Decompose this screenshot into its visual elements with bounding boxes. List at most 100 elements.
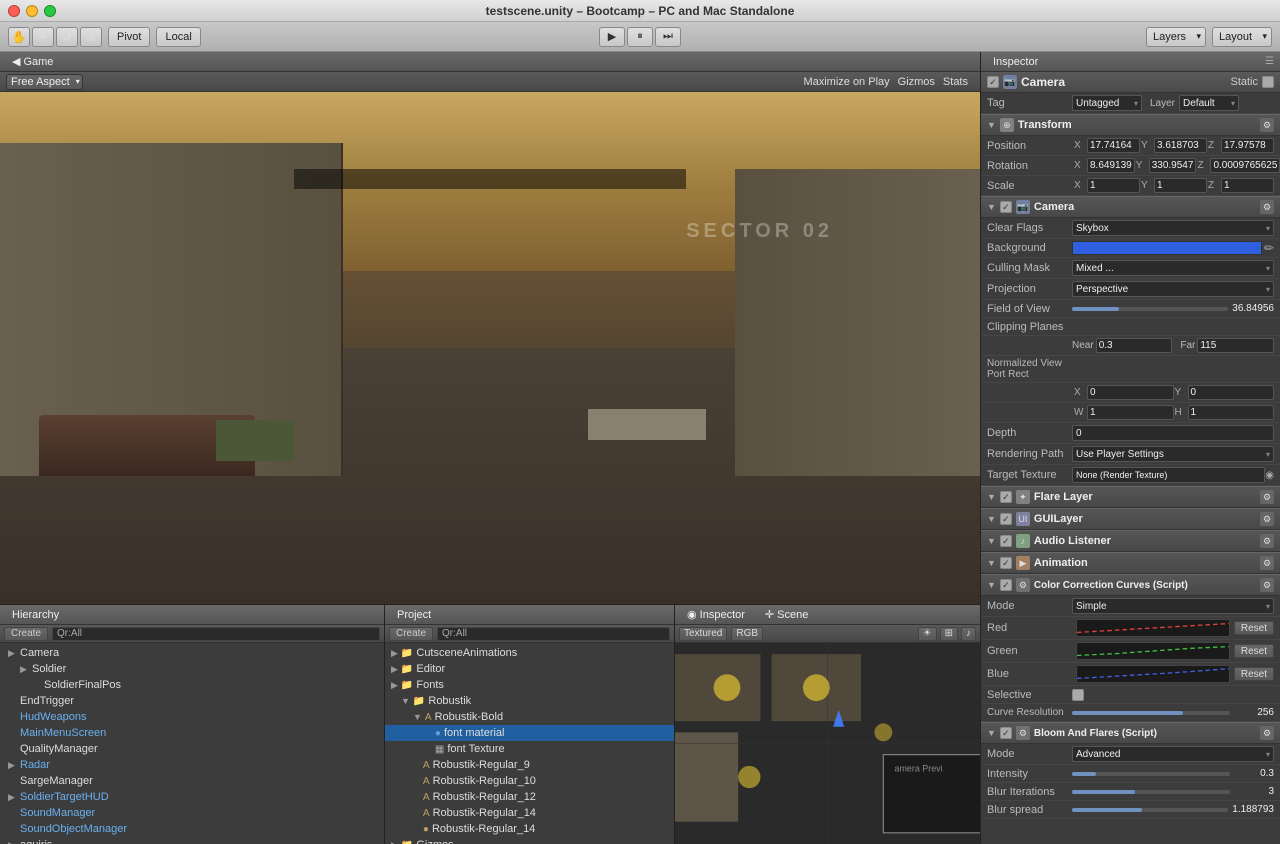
list-item[interactable]: ▶ A Robustik-Regular_10 [385,773,674,789]
list-item[interactable]: ▶ 📁 Gizmos [385,837,674,844]
flare-gear-btn[interactable]: ⚙ [1260,490,1274,504]
inspector-tab[interactable]: Inspector [987,56,1044,68]
scale-x-input[interactable]: 1 [1087,178,1140,193]
layer-dropdown[interactable]: Default [1179,95,1239,111]
list-item[interactable]: ▶ SargeManager [0,773,384,789]
list-item[interactable]: ▶ ▦ font Texture [385,741,674,757]
list-item[interactable]: ▶ HudWeapons [0,709,384,725]
vp-w-input[interactable]: 1 [1087,405,1174,420]
bloom-section[interactable]: ▼ ✓ ⚙ Bloom And Flares (Script) ⚙ [981,722,1280,744]
clear-flags-dropdown[interactable]: Skybox [1072,220,1274,236]
list-item[interactable]: ▶ SoundObjectManager [0,821,384,837]
bloom-intensity-slider[interactable] [1072,772,1230,776]
cc-enable-checkbox[interactable]: ✓ [1000,579,1012,591]
vp-x-input[interactable]: 0 [1087,385,1174,400]
gui-enable-checkbox[interactable]: ✓ [1000,513,1012,525]
maximize-on-play[interactable]: Maximize on Play [803,76,889,88]
list-item[interactable]: ▶ QualityManager [0,741,384,757]
culling-mask-dropdown[interactable]: Mixed ... [1072,260,1274,276]
red-reset-btn[interactable]: Reset [1234,621,1274,635]
sound-btn[interactable]: ♪ [961,627,976,641]
far-input[interactable]: 115 [1197,338,1274,353]
anim-enable-checkbox[interactable]: ✓ [1000,557,1012,569]
camera-section[interactable]: ▼ ✓ 📷 Camera ⚙ [981,196,1280,218]
toggle-btn[interactable]: ⊞ [940,627,958,641]
vp-y-input[interactable]: 0 [1188,385,1275,400]
color-picker-btn[interactable]: ✏ [1264,241,1274,255]
tag-dropdown[interactable]: Untagged [1072,95,1142,111]
list-item[interactable]: ▶ Radar [0,757,384,773]
project-create-btn[interactable]: Create [389,627,433,641]
scale-tool-btn[interactable]: ⊕ [80,27,102,47]
list-item[interactable]: ▶ Soldier [0,661,384,677]
transform-section[interactable]: ▼ ⊕ Transform ⚙ [981,114,1280,136]
list-item[interactable]: ▼ A Robustik-Bold [385,709,674,725]
aspect-dropdown[interactable]: Free Aspect [6,74,83,90]
blue-curve-graph[interactable] [1076,665,1230,683]
list-item[interactable]: ▶ aquiris [0,837,384,844]
vp-h-input[interactable]: 1 [1188,405,1275,420]
red-curve-graph[interactable] [1076,619,1230,637]
hierarchy-create-btn[interactable]: Create [4,627,48,641]
list-item[interactable]: ▶ MainMenuScreen [0,725,384,741]
hierarchy-search[interactable]: Qr:All [52,627,380,641]
blur-iter-slider[interactable] [1072,790,1230,794]
audio-gear-btn[interactable]: ⚙ [1260,534,1274,548]
color-correction-section[interactable]: ▼ ✓ ⚙ Color Correction Curves (Script) ⚙ [981,574,1280,596]
static-checkbox[interactable] [1262,76,1274,88]
flare-layer-section[interactable]: ▼ ✓ ✦ Flare Layer ⚙ [981,486,1280,508]
green-reset-btn[interactable]: Reset [1234,644,1274,658]
local-btn[interactable]: Local [156,27,200,47]
list-item[interactable]: ▶ 📁 CutsceneAnimations [385,645,674,661]
fov-slider[interactable] [1072,307,1228,311]
gizmos-btn[interactable]: Gizmos [898,76,935,88]
target-texture-pick-btn[interactable]: ◉ [1265,470,1274,481]
list-item[interactable]: ▶ ● font material [385,725,674,741]
minimize-button[interactable] [26,5,38,17]
scene-mini-tab[interactable]: ✛ Scene [759,608,814,621]
animation-gear-btn[interactable]: ⚙ [1260,556,1274,570]
play-button[interactable]: ▶ [599,27,625,47]
projection-dropdown[interactable]: Perspective [1072,281,1274,297]
pos-z-input[interactable]: 17.97578 [1221,138,1274,153]
list-item[interactable]: ▶ SoundManager [0,805,384,821]
target-texture-input[interactable]: None (Render Texture) [1072,467,1265,483]
bloom-gear-btn[interactable]: ⚙ [1260,726,1274,740]
rot-z-input[interactable]: 0.0009765625 [1210,158,1280,173]
list-item[interactable]: ▶ A Robustik-Regular_14 [385,805,674,821]
move-tool-btn[interactable]: ✛ [32,27,54,47]
list-item[interactable]: ▶ A Robustik-Regular_9 [385,757,674,773]
list-item[interactable]: ▶ ● Robustik-Regular_14 [385,821,674,837]
camera-gear-btn[interactable]: ⚙ [1260,200,1274,214]
list-item[interactable]: ▶ A Robustik-Regular_12 [385,789,674,805]
hand-tool-btn[interactable]: ✋ [8,27,30,47]
close-button[interactable] [8,5,20,17]
list-item[interactable]: ▶ 📁 Editor [385,661,674,677]
blur-spread-slider[interactable] [1072,808,1228,812]
list-item[interactable]: ▶ SoldierTargetHUD [0,789,384,805]
cc-gear-btn[interactable]: ⚙ [1260,578,1274,592]
list-item[interactable]: ▶ 📁 Fonts [385,677,674,693]
curve-res-slider[interactable] [1072,711,1230,715]
scale-y-input[interactable]: 1 [1154,178,1207,193]
list-item[interactable]: ▶ SoldierFinalPos [0,677,384,693]
inspector-options-btn[interactable]: ☰ [1265,56,1274,67]
near-input[interactable]: 0.3 [1096,338,1173,353]
pos-y-input[interactable]: 3.618703 [1154,138,1207,153]
bloom-mode-dropdown[interactable]: Advanced [1072,746,1274,762]
bloom-enable-checkbox[interactable]: ✓ [1000,727,1012,739]
pivot-btn[interactable]: Pivot [108,27,150,47]
flare-enable-checkbox[interactable]: ✓ [1000,491,1012,503]
selective-checkbox[interactable] [1072,689,1084,701]
audio-enable-checkbox[interactable]: ✓ [1000,535,1012,547]
active-checkbox[interactable]: ✓ [987,76,999,88]
layers-dropdown[interactable]: Layers [1146,27,1206,47]
scale-z-input[interactable]: 1 [1221,178,1274,193]
background-color-swatch[interactable] [1072,241,1262,255]
gui-gear-btn[interactable]: ⚙ [1260,512,1274,526]
cc-mode-dropdown[interactable]: Simple [1072,598,1274,614]
depth-input[interactable]: 0 [1072,425,1274,441]
list-item[interactable]: ▶ EndTrigger [0,693,384,709]
pos-x-input[interactable]: 17.74164 [1087,138,1140,153]
rgb-btn[interactable]: RGB [731,627,763,641]
